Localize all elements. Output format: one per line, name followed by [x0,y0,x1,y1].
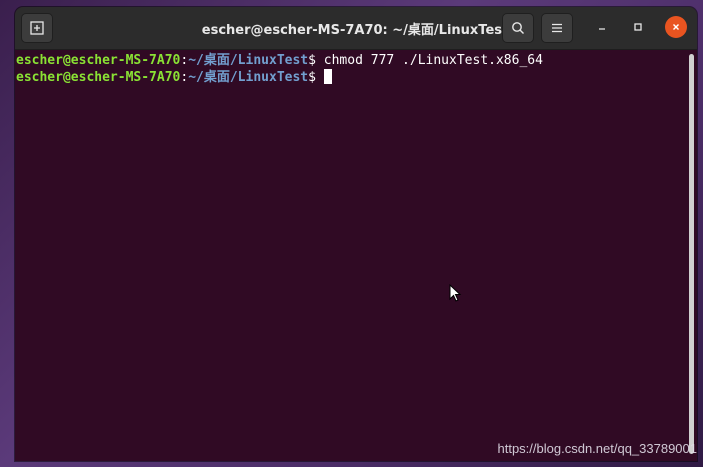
watermark-text: https://blog.csdn.net/qq_33789001 [497,441,698,456]
prompt-path: ~/桌面/LinuxTest [188,53,309,68]
terminal-output[interactable]: escher@escher-MS-7A70:~/桌面/LinuxTest$ ch… [15,50,687,461]
terminal-line: escher@escher-MS-7A70:~/桌面/LinuxTest$ [16,69,687,85]
prompt-user: escher@escher-MS-7A70 [16,53,181,68]
menu-button[interactable] [541,13,573,43]
search-icon [512,22,524,34]
prompt-path: ~/桌面/LinuxTest [188,70,309,85]
prompt-symbol: $ [308,70,324,85]
prompt-user: escher@escher-MS-7A70 [16,70,181,85]
text-cursor [323,69,332,84]
minimize-icon [599,28,605,30]
new-tab-button[interactable] [21,13,53,43]
window-title: escher@escher-MS-7A70: ~/桌面/LinuxTest [201,23,509,38]
maximize-icon [634,23,642,31]
mouse-pointer-icon [449,284,462,302]
terminal-window: escher@escher-MS-7A70: ~/桌面/LinuxTest es… [15,7,697,461]
close-icon [673,24,679,30]
title-bar[interactable]: escher@escher-MS-7A70: ~/桌面/LinuxTest [15,7,697,50]
terminal-line: escher@escher-MS-7A70:~/桌面/LinuxTest$ ch… [16,53,687,69]
hamburger-menu-icon [552,23,562,33]
maximize-button[interactable] [627,16,649,38]
prompt-symbol: $ [308,53,324,68]
scrollbar[interactable] [689,54,694,454]
new-tab-icon [30,21,44,35]
minimize-button[interactable] [591,16,613,38]
command-text: chmod 777 ./LinuxTest.x86_64 [323,53,543,68]
close-button[interactable] [665,16,687,38]
search-button[interactable] [502,13,534,43]
